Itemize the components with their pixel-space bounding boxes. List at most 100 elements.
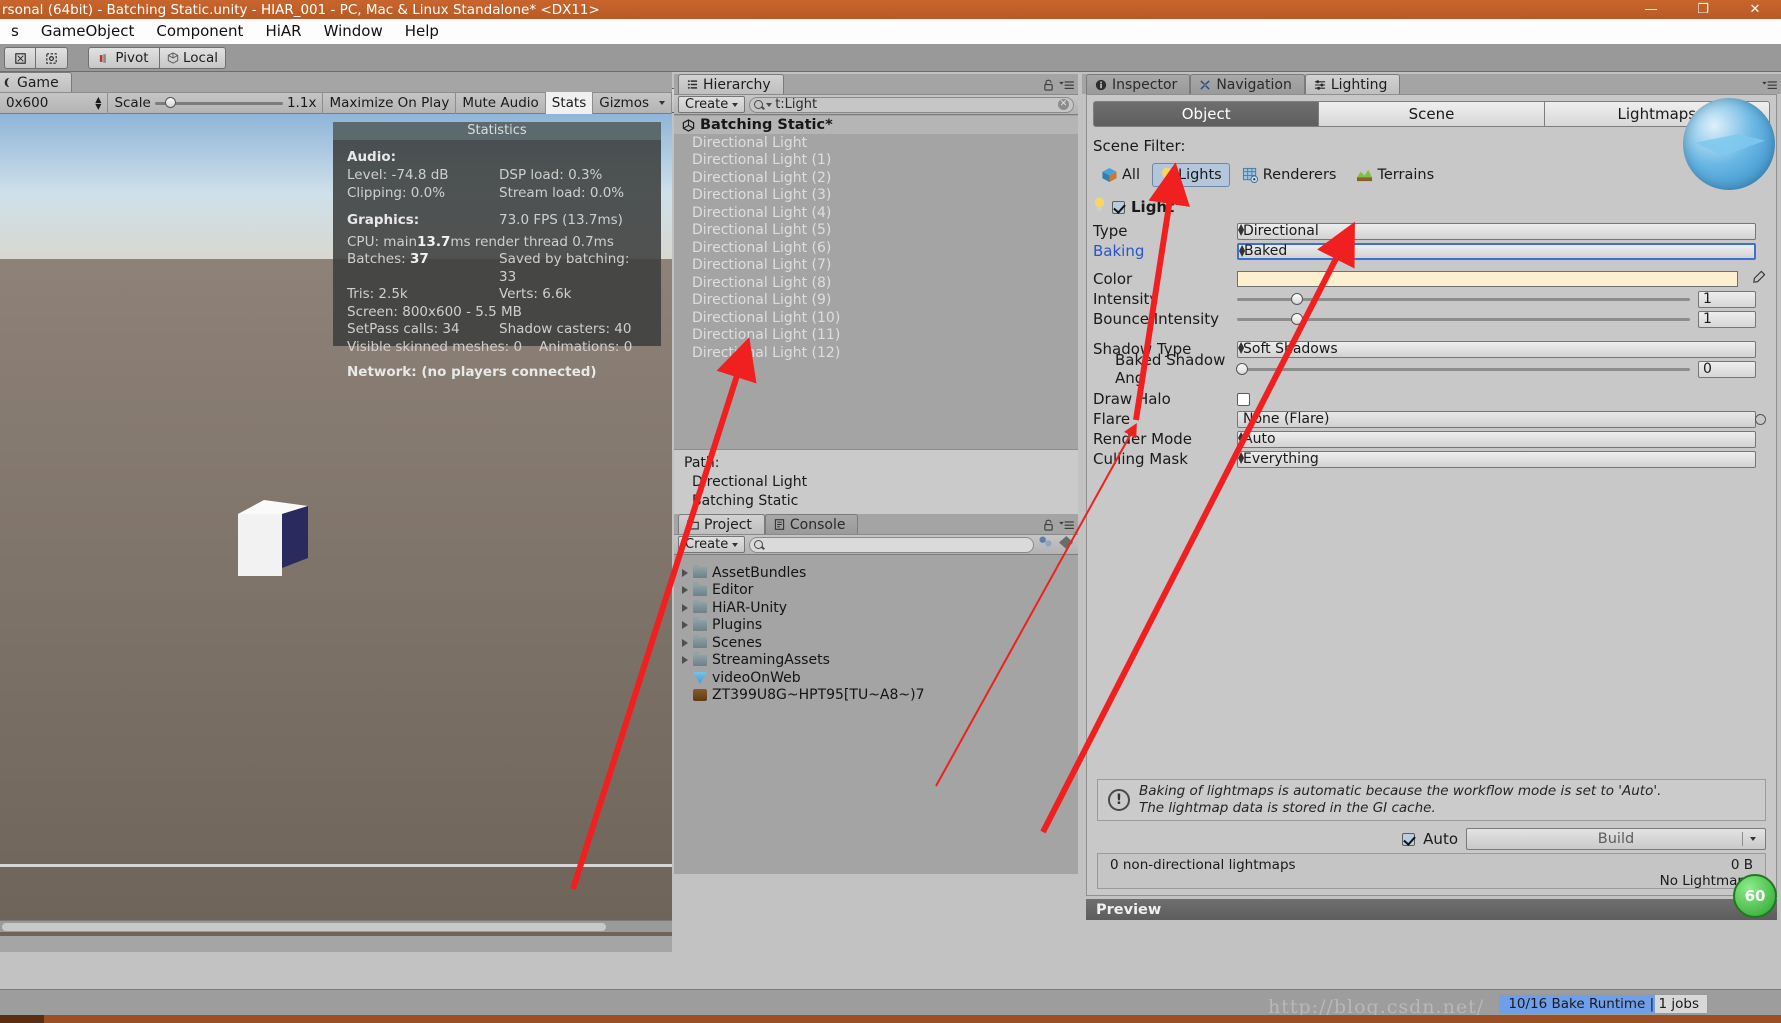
draw-halo-checkbox[interactable] bbox=[1237, 392, 1250, 406]
minimize-button[interactable]: — bbox=[1625, 0, 1677, 19]
intensity-value[interactable]: 1 bbox=[1698, 290, 1756, 308]
scrollbar-thumb[interactable] bbox=[2, 923, 606, 931]
scale-slider-knob[interactable] bbox=[164, 97, 176, 108]
filter-all-button[interactable]: All bbox=[1093, 163, 1148, 187]
scale-slider-track[interactable] bbox=[154, 97, 283, 108]
hierarchy-item[interactable]: Directional Light (2) bbox=[674, 169, 1078, 187]
hierarchy-tree[interactable]: Batching Static* Directional Light Direc… bbox=[674, 116, 1078, 449]
project-tree[interactable]: AssetBundles Editor HiAR-Unity Plugins S bbox=[674, 558, 1078, 874]
mute-audio-button[interactable]: Mute Audio bbox=[456, 92, 546, 114]
mode-tab-object[interactable]: Object bbox=[1093, 101, 1320, 127]
project-item[interactable]: Editor bbox=[674, 582, 1078, 600]
filter-lights-button[interactable]: Lights bbox=[1151, 163, 1230, 187]
chevron-down-icon[interactable] bbox=[1750, 837, 1756, 841]
baked-shadow-slider-knob[interactable] bbox=[1236, 363, 1248, 375]
baked-shadow-slider[interactable] bbox=[1236, 361, 1690, 378]
tab-hierarchy[interactable]: Hierarchy bbox=[678, 74, 784, 94]
bake-progress-status[interactable]: 10/16 Bake Runtime | 1 jobs bbox=[1499, 994, 1708, 1014]
menu-item-hiar[interactable]: HiAR bbox=[254, 19, 312, 44]
tab-game[interactable]: Game bbox=[0, 72, 72, 92]
hierarchy-item[interactable]: Directional Light (11) bbox=[674, 327, 1078, 345]
expand-triangle-icon[interactable] bbox=[682, 586, 688, 595]
resolution-dropdown[interactable]: 0x600 ▲ ▼ bbox=[0, 92, 109, 114]
panel-options-icon[interactable] bbox=[1059, 77, 1074, 95]
filter-renderers-button[interactable]: Renderers bbox=[1234, 163, 1345, 187]
hierarchy-create-button[interactable]: Create bbox=[678, 96, 746, 113]
hierarchy-search-input[interactable]: t:Light ✕ bbox=[749, 96, 1074, 113]
panel-options-icon[interactable] bbox=[1762, 77, 1777, 95]
project-item[interactable]: Plugins bbox=[674, 617, 1078, 635]
maximize-button[interactable]: ❐ bbox=[1677, 0, 1729, 19]
flare-object-field[interactable]: None (Flare) bbox=[1237, 410, 1756, 428]
menu-item-help[interactable]: Help bbox=[394, 19, 450, 44]
tab-inspector[interactable]: Inspector bbox=[1086, 74, 1191, 94]
intensity-slider[interactable] bbox=[1237, 291, 1690, 308]
maximize-on-play-button[interactable]: Maximize On Play bbox=[323, 92, 457, 114]
hierarchy-item[interactable]: Directional Light (8) bbox=[674, 274, 1078, 292]
hierarchy-item[interactable]: Directional Light (6) bbox=[674, 239, 1078, 257]
tab-lighting[interactable]: Lighting bbox=[1304, 74, 1401, 94]
preview-bar[interactable]: Preview bbox=[1086, 899, 1777, 920]
project-item[interactable]: Scenes bbox=[674, 634, 1078, 652]
project-item[interactable]: HiAR-Unity bbox=[674, 599, 1078, 617]
bounce-value[interactable]: 1 bbox=[1698, 310, 1756, 328]
panel-options-icon[interactable] bbox=[1059, 517, 1074, 535]
baking-dropdown[interactable]: Baked ▲ ▼ bbox=[1237, 242, 1756, 260]
menu-item-gameobject[interactable]: GameObject bbox=[30, 19, 146, 44]
type-dropdown[interactable]: Directional ▲ ▼ bbox=[1237, 222, 1756, 240]
stats-button[interactable]: Stats bbox=[545, 92, 594, 114]
shadow-type-dropdown[interactable]: Soft Shadows ▲ ▼ bbox=[1237, 340, 1756, 358]
baked-shadow-value[interactable]: 0 bbox=[1698, 360, 1756, 378]
menu-item-component[interactable]: Component bbox=[145, 19, 254, 44]
search-mode-chevron-icon[interactable] bbox=[766, 102, 773, 107]
filter-by-type-icon[interactable] bbox=[1038, 535, 1054, 554]
color-picker-icon[interactable] bbox=[1752, 270, 1766, 288]
tab-project[interactable]: Project bbox=[678, 514, 765, 534]
expand-triangle-icon[interactable] bbox=[682, 656, 688, 665]
hierarchy-item[interactable]: Directional Light (5) bbox=[674, 222, 1078, 240]
hierarchy-item[interactable]: Directional Light (9) bbox=[674, 292, 1078, 310]
auto-checkbox[interactable] bbox=[1402, 832, 1416, 846]
project-create-button[interactable]: Create bbox=[678, 536, 746, 553]
transform-tool-icon[interactable] bbox=[36, 47, 68, 69]
hierarchy-item[interactable]: Directional Light bbox=[674, 134, 1078, 152]
lock-icon[interactable] bbox=[1043, 77, 1054, 95]
intensity-slider-knob[interactable] bbox=[1291, 293, 1304, 305]
lock-icon[interactable] bbox=[1043, 517, 1054, 535]
bounce-slider[interactable] bbox=[1237, 311, 1690, 328]
local-toggle-button[interactable]: Local bbox=[160, 47, 226, 69]
hierarchy-item[interactable]: Directional Light (3) bbox=[674, 187, 1078, 205]
bounce-slider-knob[interactable] bbox=[1291, 313, 1304, 325]
menu-item-window[interactable]: Window bbox=[313, 19, 394, 44]
mode-tab-scene[interactable]: Scene bbox=[1319, 101, 1545, 127]
tab-console[interactable]: Console bbox=[764, 514, 859, 534]
expand-triangle-icon[interactable] bbox=[682, 568, 688, 577]
menu-item-edit[interactable]: s bbox=[0, 19, 30, 44]
culling-mask-dropdown[interactable]: Everything ▲ ▼ bbox=[1237, 450, 1756, 468]
close-button[interactable]: ✕ bbox=[1729, 0, 1781, 19]
pivot-toggle-button[interactable]: Pivot bbox=[88, 47, 160, 69]
hierarchy-scene-root[interactable]: Batching Static* bbox=[674, 116, 1078, 134]
project-item[interactable]: videoOnWeb bbox=[674, 669, 1078, 687]
scale-slider[interactable]: Scale 1.1x bbox=[108, 92, 324, 114]
project-item[interactable]: StreamingAssets bbox=[674, 652, 1078, 670]
render-mode-dropdown[interactable]: Auto ▲ ▼ bbox=[1237, 430, 1756, 448]
light-enabled-checkbox[interactable] bbox=[1112, 200, 1125, 214]
flare-select-icon[interactable] bbox=[1755, 413, 1766, 425]
project-item[interactable]: ZT399U8G~HPT95[TU~A8~)7 bbox=[674, 687, 1078, 705]
project-search-input[interactable] bbox=[749, 536, 1034, 553]
hierarchy-item[interactable]: Directional Light (12) bbox=[674, 344, 1078, 362]
expand-triangle-icon[interactable] bbox=[682, 603, 688, 612]
tab-navigation[interactable]: Navigation bbox=[1190, 74, 1305, 94]
gizmos-dropdown[interactable]: Gizmos bbox=[593, 92, 672, 114]
color-swatch[interactable] bbox=[1237, 271, 1738, 287]
rect-tool-icon[interactable] bbox=[4, 47, 36, 69]
hierarchy-item[interactable]: Directional Light (7) bbox=[674, 257, 1078, 275]
hierarchy-item[interactable]: Directional Light (4) bbox=[674, 204, 1078, 222]
clear-search-icon[interactable]: ✕ bbox=[1058, 99, 1069, 110]
hierarchy-item[interactable]: Directional Light (10) bbox=[674, 309, 1078, 327]
expand-triangle-icon[interactable] bbox=[682, 638, 688, 647]
expand-triangle-icon[interactable] bbox=[682, 621, 688, 630]
game-horizontal-scrollbar[interactable] bbox=[0, 920, 672, 932]
filter-terrains-button[interactable]: Terrains bbox=[1348, 163, 1442, 187]
